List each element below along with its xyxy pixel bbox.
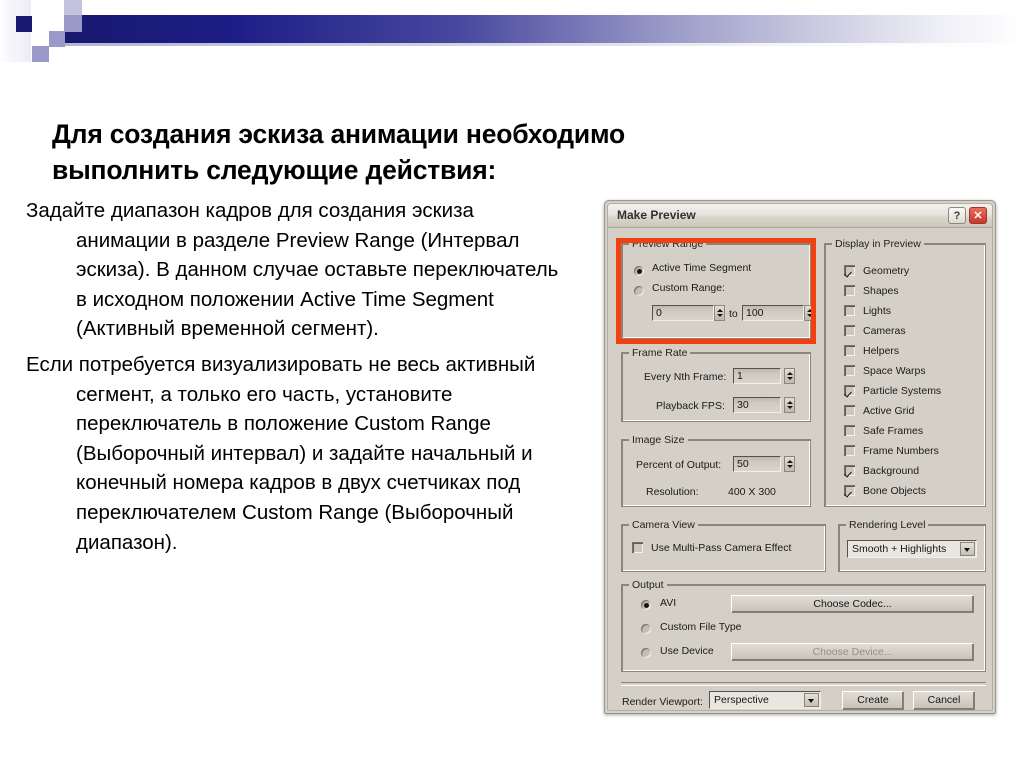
choose-codec-button[interactable]: Choose Codec...: [731, 595, 974, 613]
percent-of-output-spinner[interactable]: [784, 456, 795, 472]
checkbox-active-grid[interactable]: [844, 405, 855, 416]
value-resolution: 400 X 300: [728, 486, 776, 498]
playback-fps-input[interactable]: 30: [733, 397, 781, 413]
radio-avi[interactable]: [641, 600, 651, 610]
label-safe-frames: Safe Frames: [863, 425, 924, 437]
render-viewport-value: Perspective: [714, 694, 769, 706]
radio-active-time-segment[interactable]: [634, 266, 644, 276]
label-lights: Lights: [863, 305, 892, 317]
label-helpers: Helpers: [863, 345, 900, 357]
label-percent-of-output: Percent of Output:: [636, 459, 722, 471]
label-particle-systems: Particle Systems: [863, 385, 942, 397]
display-in-preview-legend: Display in Preview: [832, 238, 924, 250]
preview-range-legend: Preview Range: [629, 238, 707, 250]
create-button[interactable]: Create: [842, 691, 904, 710]
label-frame-numbers: Frame Numbers: [863, 445, 939, 457]
body-paragraph-1: Задайте диапазон кадров для создания эск…: [26, 199, 559, 341]
label-background: Background: [863, 465, 920, 477]
label-active-time-segment: Active Time Segment: [652, 262, 752, 274]
banner-square-dark: [15, 16, 32, 32]
banner-edge-fade: [0, 0, 16, 62]
checkbox-shapes[interactable]: [844, 285, 855, 296]
label-bone-objects: Bone Objects: [863, 485, 927, 497]
banner-square-3: [64, 15, 82, 32]
custom-range-to-input[interactable]: 100: [742, 305, 804, 321]
label-custom-range: Custom Range:: [652, 282, 725, 294]
cancel-button[interactable]: Cancel: [913, 691, 975, 710]
rendering-level-legend: Rendering Level: [846, 519, 929, 531]
label-avi: AVI: [660, 597, 677, 609]
custom-range-from-input[interactable]: 0: [652, 305, 714, 321]
label-to: to: [729, 308, 738, 320]
percent-of-output-input[interactable]: 50: [733, 456, 781, 472]
checkbox-use-multipass-camera-effect[interactable]: [632, 542, 643, 553]
choose-device-button[interactable]: Choose Device...: [731, 643, 974, 661]
label-shapes: Shapes: [863, 285, 899, 297]
radio-custom-range[interactable]: [634, 286, 644, 296]
checkbox-background[interactable]: [844, 465, 855, 476]
label-render-viewport: Render Viewport:: [622, 696, 703, 708]
label-active-grid: Active Grid: [863, 405, 915, 417]
image-size-legend: Image Size: [629, 434, 688, 446]
checkbox-geometry[interactable]: [844, 265, 855, 276]
checkbox-lights[interactable]: [844, 305, 855, 316]
dialog-inner: Make Preview ? ✕ Preview Range Active Ti…: [607, 203, 993, 711]
label-use-multipass-camera-effect: Use Multi-Pass Camera Effect: [651, 542, 792, 554]
checkbox-space-warps[interactable]: [844, 365, 855, 376]
label-playback-fps: Playback FPS:: [656, 400, 725, 412]
checkbox-frame-numbers[interactable]: [844, 445, 855, 456]
checkbox-particle-systems[interactable]: [844, 385, 855, 396]
chevron-down-icon-viewport[interactable]: [804, 693, 819, 707]
checkbox-cameras[interactable]: [844, 325, 855, 336]
output-legend: Output: [629, 579, 667, 591]
render-viewport-dropdown[interactable]: Perspective: [709, 691, 821, 709]
label-cameras: Cameras: [863, 325, 906, 337]
body-paragraph-2: Если потребуется визуализировать не весь…: [26, 352, 536, 554]
checkbox-helpers[interactable]: [844, 345, 855, 356]
label-resolution: Resolution:: [646, 486, 699, 498]
every-nth-frame-spinner[interactable]: [784, 368, 795, 384]
rendering-level-value: Smooth + Highlights: [852, 543, 947, 555]
make-preview-dialog: Make Preview ? ✕ Preview Range Active Ti…: [604, 200, 996, 714]
radio-use-device[interactable]: [641, 648, 651, 658]
playback-fps-spinner[interactable]: [784, 397, 795, 413]
custom-range-to-spinner[interactable]: [804, 305, 815, 321]
checkbox-bone-objects[interactable]: [844, 485, 855, 496]
banner-gradient-bar: [61, 15, 1024, 43]
label-custom-file-type: Custom File Type: [660, 621, 742, 633]
every-nth-frame-input[interactable]: 1: [733, 368, 781, 384]
label-geometry: Geometry: [863, 265, 910, 277]
dialog-title: Make Preview: [617, 208, 696, 222]
checkbox-safe-frames[interactable]: [844, 425, 855, 436]
footer-divider: [621, 682, 986, 686]
dialog-titlebar[interactable]: Make Preview ? ✕: [608, 204, 992, 228]
slide-body: Задайте диапазон кадров для создания эск…: [26, 196, 566, 563]
label-use-device: Use Device: [660, 645, 714, 657]
camera-view-legend: Camera View: [629, 519, 698, 531]
banner-shadow: [61, 43, 1024, 46]
close-icon[interactable]: ✕: [969, 207, 987, 224]
custom-range-from-spinner[interactable]: [714, 305, 725, 321]
chevron-down-icon[interactable]: [960, 542, 975, 556]
page-title: Для создания эскиза анимации необходимо …: [52, 118, 626, 185]
frame-rate-legend: Frame Rate: [629, 347, 691, 359]
banner-square-5: [49, 31, 65, 47]
help-icon[interactable]: ?: [948, 207, 966, 224]
radio-custom-file-type[interactable]: [641, 624, 651, 634]
banner-square-6: [32, 46, 49, 62]
rendering-level-dropdown[interactable]: Smooth + Highlights: [847, 540, 977, 558]
label-space-warps: Space Warps: [863, 365, 926, 377]
label-every-nth-frame: Every Nth Frame:: [644, 371, 727, 383]
decorative-banner: [0, 0, 1024, 62]
